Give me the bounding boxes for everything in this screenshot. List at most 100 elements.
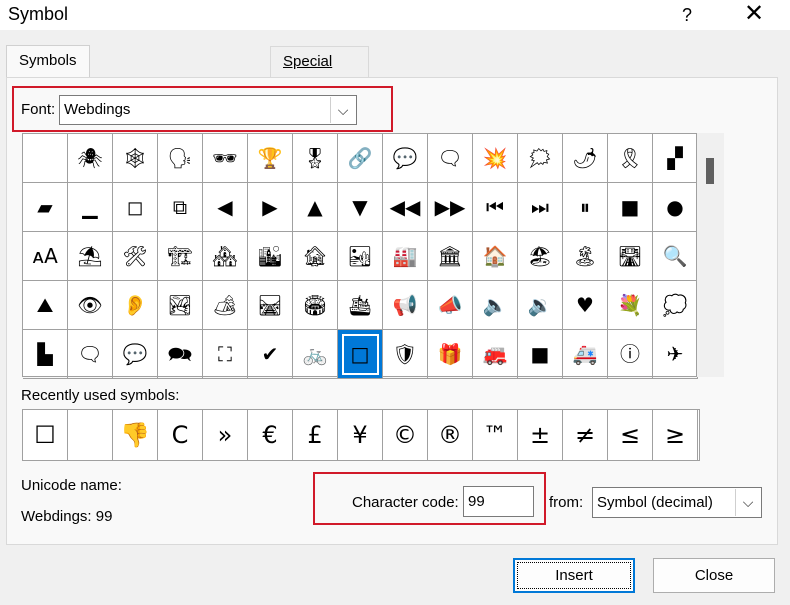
symbol-cell[interactable]: 🎗 [608,134,653,183]
symbol-cell[interactable]: ⛶ [203,330,248,379]
symbol-cell[interactable]: ⏭ [518,183,563,232]
symbol-cell[interactable]: 🏘 [203,232,248,281]
insert-button[interactable]: Insert [513,558,635,593]
symbol-grid[interactable]: 🕷 🕸 🗣 🕶 🏆 🎖 🔗 💬 🗨 💥 🗯 🌶 🎗 ▞ ▰ ▁ ◻ ⧉ ◀ ▶ ▲ ▼ ◀◀ ▶▶ ⏮ ⏭ ⏸ ■ ● ᴀA ⛱ 🛠 🏗 🏘 🏙 🏚 🏜… [22,133,698,379]
symbol-cell[interactable] [23,134,68,183]
recent-symbol-cell[interactable]: ≠ [563,410,608,460]
recent-symbol-cell[interactable]: ≥ [653,410,698,460]
symbol-cell[interactable]: 🕷 [68,134,113,183]
symbol-cell[interactable]: 🏠 [473,232,518,281]
character-code-input[interactable] [463,486,534,517]
symbol-cell[interactable]: 💬 [383,134,428,183]
symbol-cell[interactable]: 🛡 [383,330,428,379]
symbol-cell[interactable]: ● [653,183,698,232]
symbol-cell[interactable]: 🛠 [113,232,158,281]
recent-symbol-cell[interactable]: ™ [473,410,518,460]
symbol-cell[interactable]: 🚒 [473,330,518,379]
symbol-cell[interactable]: 🏗 [158,232,203,281]
symbol-cell[interactable]: ■ [518,330,563,379]
symbol-cell[interactable]: 🏙 [248,232,293,281]
symbol-cell[interactable]: ◀◀ [383,183,428,232]
symbol-cell[interactable]: 🌶 [563,134,608,183]
chevron-down-icon[interactable]: ⌵ [735,489,760,516]
symbol-cell[interactable]: ᴀA [23,232,68,281]
symbol-cell[interactable]: 🚑 [563,330,608,379]
symbol-cell[interactable]: ■ [608,183,653,232]
symbol-cell[interactable]: 🕶 [203,134,248,183]
symbol-cell[interactable]: ▞ [653,134,698,183]
symbol-cell[interactable]: ▼ [338,183,383,232]
symbol-cell[interactable]: ✔ [248,330,293,379]
symbol-cell[interactable]: 🏜 [338,232,383,281]
symbol-cell[interactable]: 🏚 [293,232,338,281]
symbol-cell[interactable]: 💬 [113,330,158,379]
symbol-cell[interactable]: ◻ [113,183,158,232]
symbol-cell[interactable]: 🏭 [383,232,428,281]
symbol-cell[interactable]: ⛰ [23,281,68,330]
symbol-cell[interactable]: ✈ [653,330,698,379]
scrollbar-thumb[interactable] [706,158,714,184]
symbol-cell[interactable]: 🗨 [428,134,473,183]
symbol-cell[interactable]: 📢 [383,281,428,330]
close-window-button[interactable]: ✕ [732,0,776,28]
symbol-cell[interactable]: 🏟 [293,281,338,330]
symbol-cell[interactable]: 🏖 [518,232,563,281]
symbol-cell[interactable]: ◀ [203,183,248,232]
symbol-cell[interactable]: 🕸 [113,134,158,183]
symbol-cell[interactable]: 💥 [473,134,518,183]
recent-symbol-cell[interactable]: 👎 [113,410,158,460]
recent-symbol-cell[interactable]: ≤ [608,410,653,460]
symbol-cell[interactable]: 👂 [113,281,158,330]
recent-symbol-cell[interactable]: » [203,410,248,460]
recent-symbol-cell[interactable]: ☐ [23,410,68,460]
recent-symbol-cell[interactable]: ® [428,410,473,460]
symbol-cell[interactable]: 💭 [653,281,698,330]
symbol-cell[interactable]: 👁 [68,281,113,330]
recent-symbol-cell[interactable]: © [383,410,428,460]
symbol-grid-scrollbar[interactable] [697,133,724,377]
symbol-cell[interactable]: 🏝 [563,232,608,281]
symbol-cell[interactable]: 🏞 [158,281,203,330]
symbol-cell[interactable]: ▁ [68,183,113,232]
symbol-cell[interactable]: ⓘ [608,330,653,379]
symbol-cell[interactable]: 🗣 [158,134,203,183]
symbol-cell[interactable]: ⛱ [68,232,113,281]
symbol-cell[interactable]: ▙ [23,330,68,379]
symbol-cell[interactable]: 🗨 [68,330,113,379]
recent-symbol-cell[interactable]: ¥ [338,410,383,460]
symbol-cell[interactable]: 🏕 [203,281,248,330]
symbol-cell[interactable]: ⧉ [158,183,203,232]
close-button[interactable]: Close [653,558,775,593]
symbol-cell[interactable]: ▰ [23,183,68,232]
symbol-cell[interactable]: 🗯 [518,134,563,183]
symbol-cell[interactable]: 📣 [428,281,473,330]
symbol-cell[interactable]: 💐 [608,281,653,330]
symbol-cell[interactable]: 🔉 [518,281,563,330]
recent-symbol-cell[interactable]: € [248,410,293,460]
symbol-cell[interactable]: 🚲 [293,330,338,379]
symbol-cell[interactable]: □ [338,330,383,379]
symbol-cell[interactable]: ♥ [563,281,608,330]
symbol-cell[interactable]: 🛳 [338,281,383,330]
symbol-cell[interactable]: 🛤 [248,281,293,330]
recent-symbol-cell[interactable]: ± [518,410,563,460]
symbol-cell[interactable]: ▶▶ [428,183,473,232]
symbol-cell[interactable]: 🏛 [428,232,473,281]
recent-symbol-cell[interactable]: £ [293,410,338,460]
symbol-cell[interactable]: 🔈 [473,281,518,330]
tab-symbols[interactable]: Symbols [6,45,90,79]
symbol-cell[interactable]: 🎖 [293,134,338,183]
symbol-cell[interactable]: ▶ [248,183,293,232]
symbol-cell[interactable]: ▲ [293,183,338,232]
symbol-cell[interactable]: 🔗 [338,134,383,183]
recent-symbol-cell[interactable]: C [158,410,203,460]
from-dropdown[interactable]: Symbol (decimal) ⌵ [592,487,762,518]
symbol-cell[interactable]: 🎁 [428,330,473,379]
tab-special-characters[interactable]: Special Characters [270,46,370,100]
recent-symbol-cell[interactable] [68,410,113,460]
symbol-cell[interactable]: 🔍 [653,232,698,281]
help-button[interactable]: ? [672,2,702,28]
symbol-cell[interactable]: 🗪 [158,330,203,379]
symbol-cell[interactable]: ⏮ [473,183,518,232]
symbol-cell[interactable]: ⏸ [563,183,608,232]
